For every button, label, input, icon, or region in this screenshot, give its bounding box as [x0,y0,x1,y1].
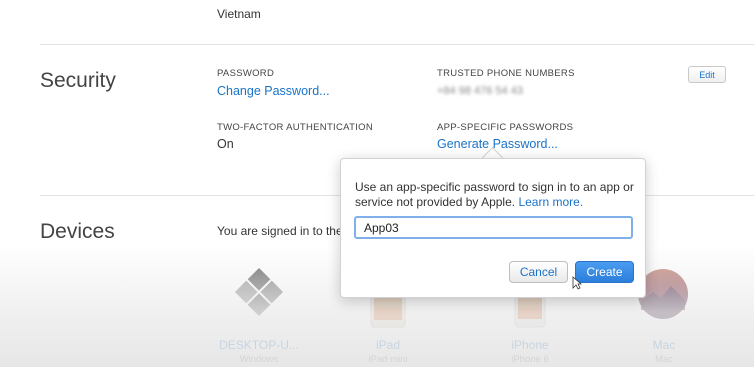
change-password-link[interactable]: Change Password... [217,84,330,98]
country-value: Vietnam [217,7,261,21]
popover-description-text: Use an app-specific password to sign in … [355,180,634,209]
security-section-title: Security [40,69,116,92]
devices-intro-text: You are signed in to the [217,224,340,238]
cursor-icon [572,276,583,290]
password-label-input[interactable] [354,216,633,239]
trusted-phone-value: +84 98 476 54 43 [437,85,523,97]
device-model: iPhone 6 [511,354,549,365]
trusted-phone-label: TRUSTED PHONE NUMBERS [437,68,575,79]
create-button[interactable]: Create [575,261,634,283]
password-label: PASSWORD [217,68,275,79]
device-name[interactable]: iPhone [490,338,570,352]
devices-section-title: Devices [40,220,115,243]
device-model: Windows [239,354,279,365]
two-factor-value: On [217,137,234,151]
device-name[interactable]: DESKTOP-U... [210,338,308,352]
device-name[interactable]: iPad [348,338,428,352]
divider [40,44,754,45]
edit-button[interactable]: Edit [688,66,726,83]
app-specific-passwords-label: APP-SPECIFIC PASSWORDS [437,122,574,133]
device-name[interactable]: Mac [624,338,704,352]
popover-arrow-mask [486,159,500,165]
device-model: Mac [655,354,673,365]
two-factor-label: TWO-FACTOR AUTHENTICATION [217,122,373,133]
learn-more-link[interactable]: Learn more. [518,195,583,209]
popover-description: Use an app-specific password to sign in … [355,180,635,210]
generate-password-link[interactable]: Generate Password... [437,137,558,151]
cancel-button[interactable]: Cancel [509,261,568,283]
windows-logo-icon[interactable] [229,262,289,322]
device-model: iPad mini [368,354,408,365]
